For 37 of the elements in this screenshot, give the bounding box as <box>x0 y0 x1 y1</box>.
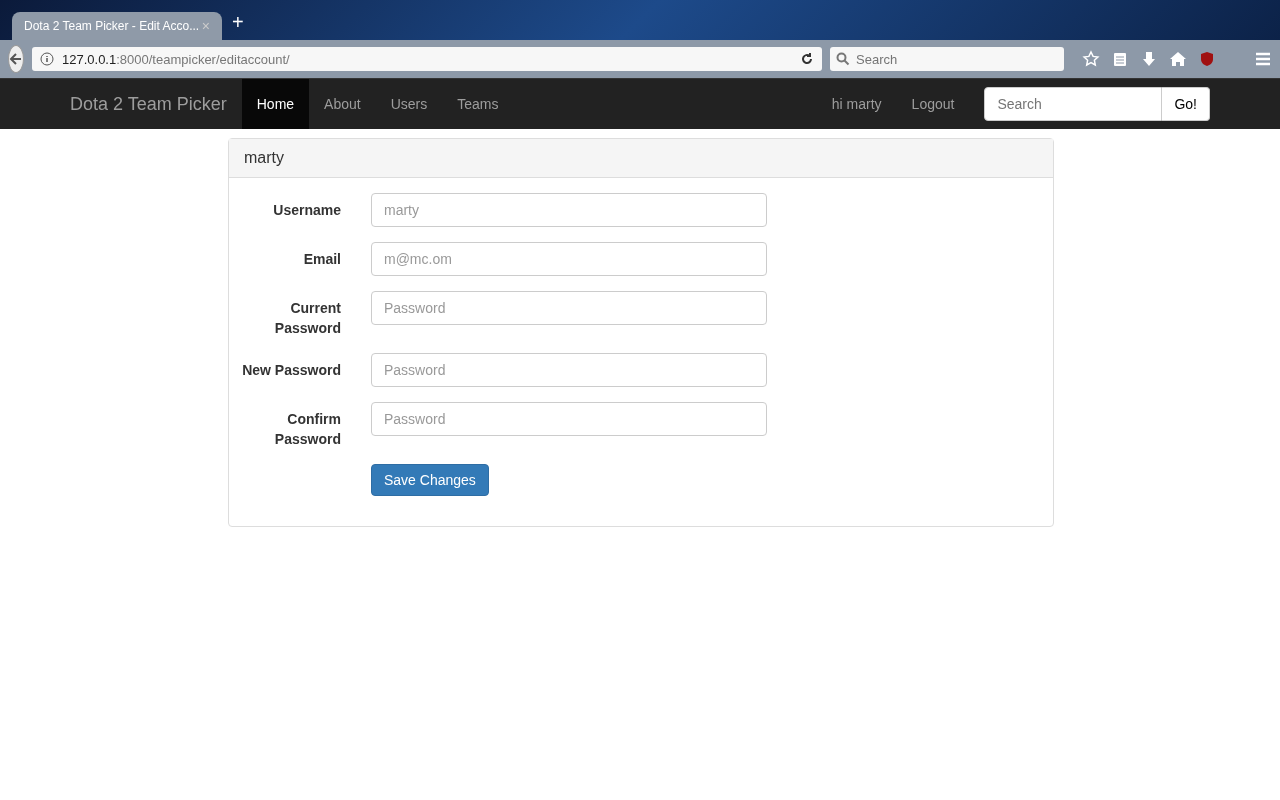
nav-link[interactable]: hi marty <box>816 79 897 129</box>
field-label: New Password <box>241 361 341 380</box>
panel-title: marty <box>229 139 1053 178</box>
back-button[interactable] <box>8 45 24 73</box>
back-arrow-icon <box>9 52 23 66</box>
input-field[interactable]: Password <box>371 402 767 436</box>
reading-list-icon[interactable] <box>1111 50 1129 68</box>
reload-icon[interactable] <box>800 52 814 66</box>
nav-link[interactable]: About <box>309 79 376 129</box>
input-field[interactable]: marty <box>371 193 767 227</box>
menu-icon[interactable] <box>1254 50 1272 68</box>
field-label: Current Password <box>273 299 341 338</box>
url-text: 127.0.0.1:8000/teampicker/editaccount/ <box>62 51 290 67</box>
tab-title: Dota 2 Team Picker - Edit Acco... <box>24 19 200 33</box>
input-field[interactable]: Password <box>371 353 767 387</box>
nav-link[interactable]: Users <box>375 79 443 129</box>
shield-icon[interactable] <box>1198 50 1216 68</box>
address-bar[interactable]: 127.0.0.1:8000/teampicker/editaccount/ <box>32 47 822 71</box>
star-icon[interactable] <box>1082 50 1100 68</box>
nav-link[interactable]: Logout <box>896 79 970 129</box>
nav-link[interactable]: Teams <box>442 79 514 129</box>
search-field[interactable]: Search <box>984 87 1163 121</box>
browser-search-field[interactable]: Search <box>830 47 1064 71</box>
nav-link[interactable]: Home <box>241 79 310 129</box>
go-button[interactable]: Go! <box>1162 87 1210 121</box>
save-button[interactable]: Save Changes <box>371 464 489 496</box>
field-label: Username <box>272 201 341 220</box>
search-icon <box>836 52 850 66</box>
new-tab-button[interactable]: + <box>232 11 244 40</box>
input-field[interactable]: m@mc.om <box>371 242 767 276</box>
field-label: Confirm Password <box>273 410 341 449</box>
download-icon[interactable] <box>1140 50 1158 68</box>
home-icon[interactable] <box>1169 50 1187 68</box>
input-field[interactable]: Password <box>371 291 767 325</box>
info-icon[interactable] <box>40 52 54 66</box>
brand-link[interactable]: Dota 2 Team Picker <box>55 79 242 129</box>
field-label: Email <box>302 250 341 269</box>
